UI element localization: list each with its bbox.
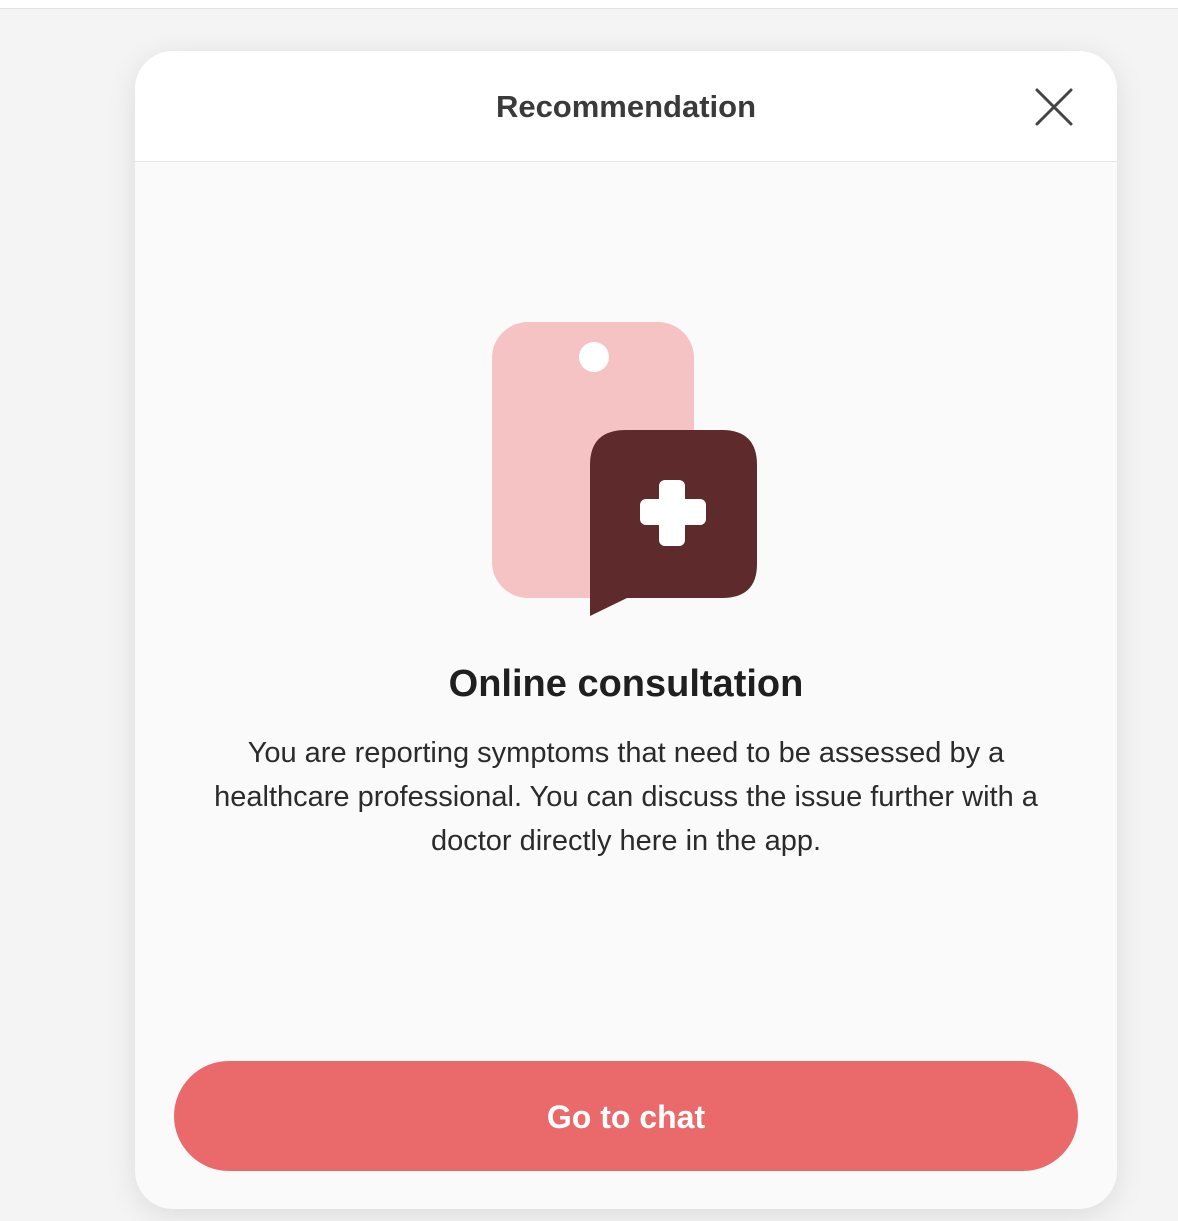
page-top-strip xyxy=(0,0,1178,9)
medical-chat-icon xyxy=(590,430,757,616)
recommendation-modal: Recommendation Online consultation You a… xyxy=(135,51,1117,1209)
close-icon xyxy=(1035,88,1073,126)
consultation-description: You are reporting symptoms that need to … xyxy=(214,737,1038,857)
go-to-chat-button[interactable]: Go to chat xyxy=(174,1061,1078,1171)
consultation-headline: Online consultation xyxy=(448,663,804,705)
online-consultation-illustration xyxy=(492,322,760,618)
modal-title: Recommendation xyxy=(495,89,757,124)
close-button[interactable] xyxy=(1033,86,1075,128)
modal-header: Recommendation xyxy=(135,51,1117,162)
